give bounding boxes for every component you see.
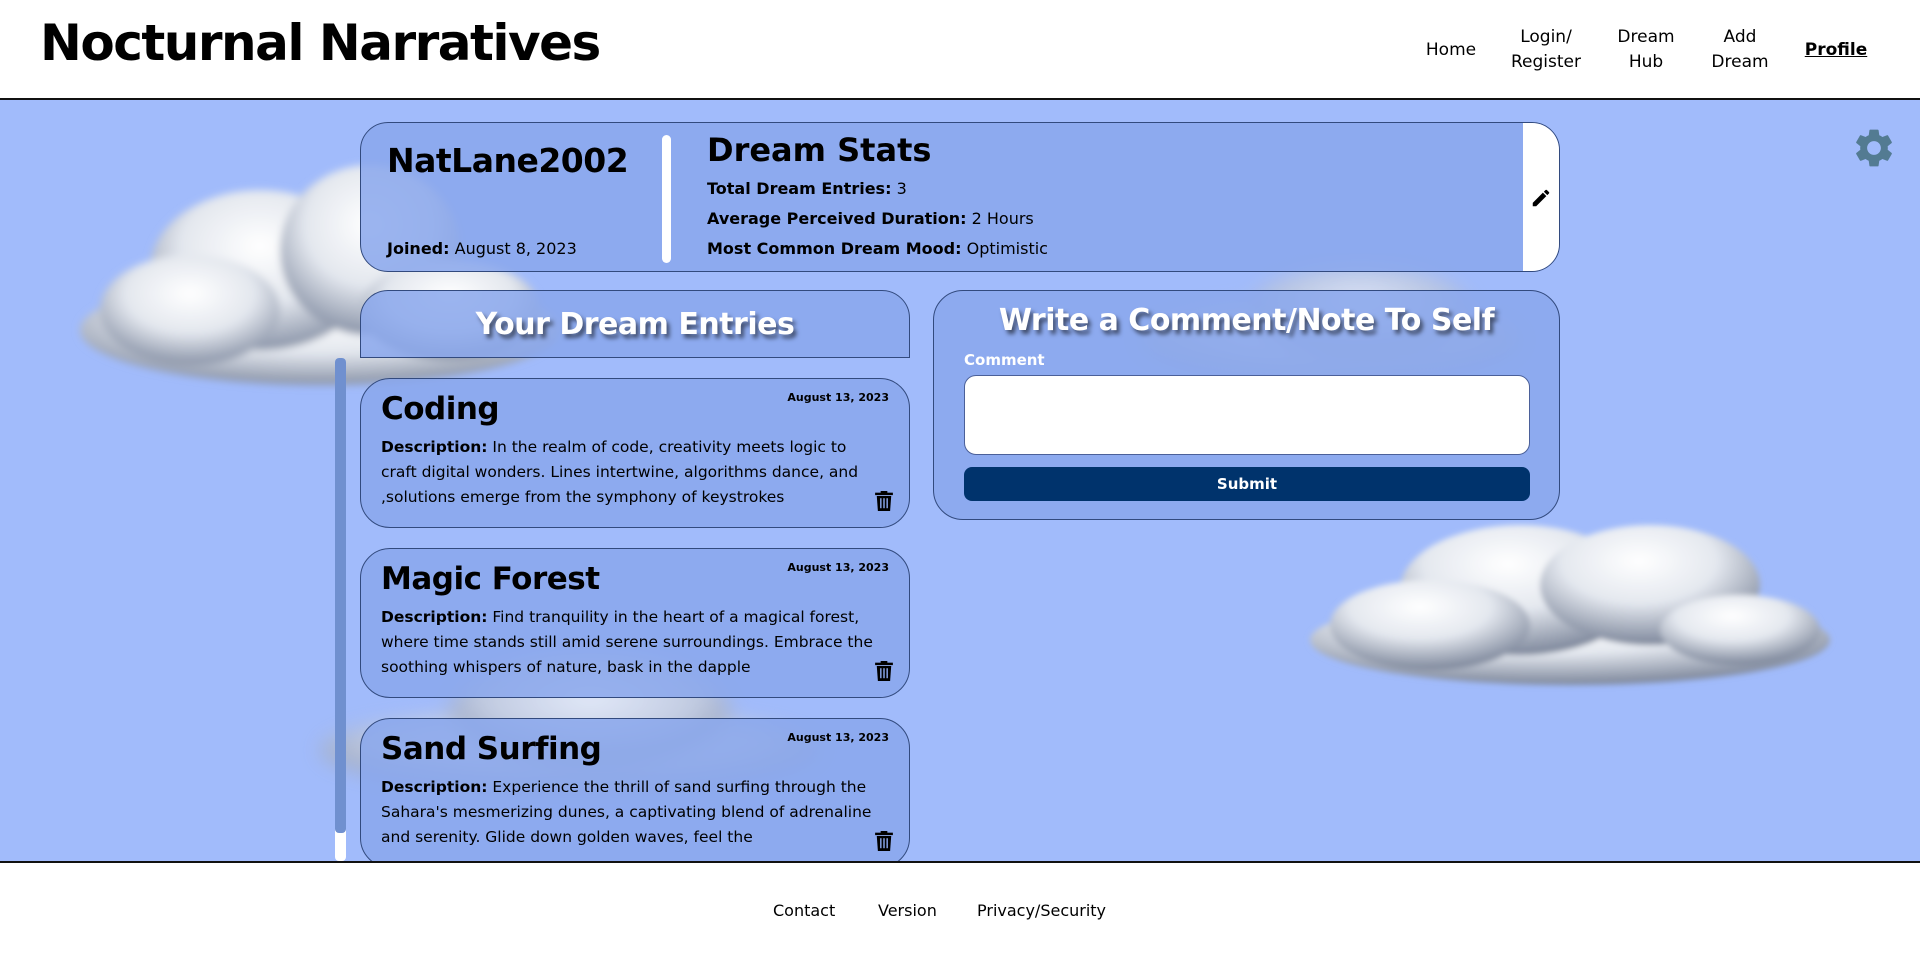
- joined-value: August 8, 2023: [454, 239, 577, 258]
- entry-date: August 13, 2023: [787, 731, 889, 744]
- joined-label: Joined:: [387, 239, 450, 258]
- gear-icon[interactable]: [1851, 125, 1897, 171]
- entry-description: Description: In the realm of code, creat…: [381, 435, 886, 510]
- nav-home[interactable]: Home: [1418, 0, 1484, 100]
- stat-label: Average Perceived Duration:: [707, 209, 967, 228]
- stat-average-duration: Average Perceived Duration: 2 Hours: [707, 209, 1034, 228]
- nav-profile[interactable]: Profile: [1796, 0, 1876, 100]
- description-label: Description:: [381, 438, 488, 456]
- comment-input[interactable]: [964, 375, 1530, 455]
- dream-entries-header: Your Dream Entries: [360, 290, 910, 358]
- edit-profile-button[interactable]: [1523, 123, 1559, 271]
- nav-add-dream[interactable]: Add Dream: [1700, 0, 1780, 100]
- nav-login-register[interactable]: Login/ Register: [1504, 0, 1588, 100]
- entries-scrollbar-thumb[interactable]: [335, 358, 346, 833]
- stat-label: Most Common Dream Mood:: [707, 239, 962, 258]
- dream-stats-title: Dream Stats: [707, 131, 932, 169]
- comment-panel: Write a Comment/Note To Self Comment Sub…: [933, 290, 1560, 520]
- entry-title: Sand Surfing: [381, 731, 602, 767]
- trash-icon[interactable]: [875, 661, 893, 681]
- brand-title[interactable]: Nocturnal Narratives: [40, 14, 601, 72]
- stat-label: Total Dream Entries:: [707, 179, 892, 198]
- entry-date: August 13, 2023: [787, 561, 889, 574]
- entry-title: Magic Forest: [381, 561, 600, 597]
- description-label: Description:: [381, 778, 488, 796]
- dream-entry-card[interactable]: Magic Forest August 13, 2023 Description…: [360, 548, 910, 698]
- profile-joined: Joined: August 8, 2023: [387, 239, 577, 258]
- entry-date: August 13, 2023: [787, 391, 889, 404]
- entry-description: Description: Find tranquility in the hea…: [381, 605, 886, 680]
- comment-panel-title: Write a Comment/Note To Self: [998, 303, 1495, 338]
- submit-button[interactable]: Submit: [964, 467, 1530, 501]
- entry-title: Coding: [381, 391, 500, 427]
- stat-value: 3: [896, 179, 907, 198]
- cloud-icon: [1310, 525, 1830, 685]
- main-content: NatLane2002 Joined: August 8, 2023 Dream…: [0, 100, 1920, 861]
- trash-icon[interactable]: [875, 831, 893, 851]
- site-header: Nocturnal Narratives Home Login/ Registe…: [0, 0, 1920, 100]
- profile-divider: [662, 135, 671, 263]
- dream-entry-card[interactable]: Sand Surfing August 13, 2023 Description…: [360, 718, 910, 861]
- dream-entries-title: Your Dream Entries: [475, 306, 795, 342]
- description-label: Description:: [381, 608, 488, 626]
- site-footer: Contact Version Privacy/Security: [0, 861, 1920, 962]
- footer-privacy-link[interactable]: Privacy/Security: [977, 901, 1106, 920]
- entry-description: Description: Experience the thrill of sa…: [381, 775, 886, 850]
- nav-dream-hub[interactable]: Dream Hub: [1606, 0, 1686, 100]
- stat-value: 2 Hours: [971, 209, 1034, 228]
- stat-value: Optimistic: [966, 239, 1048, 258]
- stat-common-mood: Most Common Dream Mood: Optimistic: [707, 239, 1048, 258]
- dream-entry-card[interactable]: Coding August 13, 2023 Description: In t…: [360, 378, 910, 528]
- stat-total-entries: Total Dream Entries: 3: [707, 179, 907, 198]
- trash-icon[interactable]: [875, 491, 893, 511]
- profile-card: NatLane2002 Joined: August 8, 2023 Dream…: [360, 122, 1560, 272]
- footer-contact-link[interactable]: Contact: [773, 901, 835, 920]
- profile-username: NatLane2002: [387, 141, 629, 180]
- pencil-icon: [1532, 189, 1550, 207]
- footer-version-link[interactable]: Version: [878, 901, 937, 920]
- comment-label: Comment: [964, 351, 1045, 369]
